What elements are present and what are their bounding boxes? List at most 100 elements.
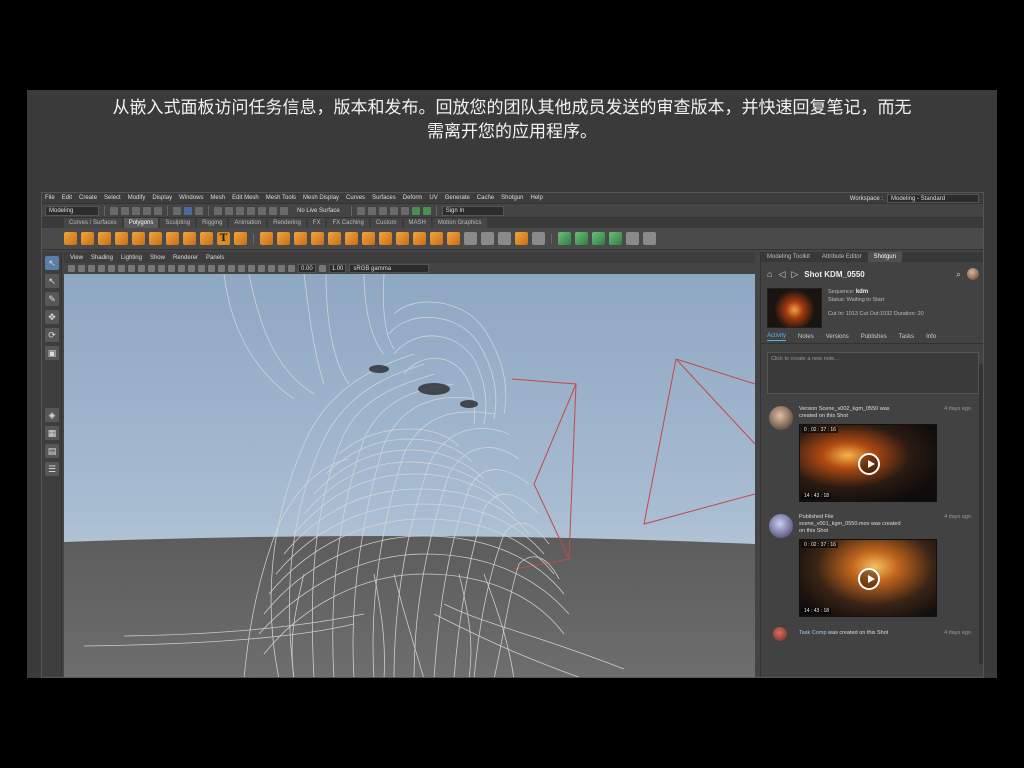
render-frame-icon[interactable] [367,206,376,215]
shelf-tab[interactable]: FX [307,218,326,228]
panel-menu-show[interactable]: Show [150,255,165,261]
poly-cube-icon[interactable] [81,232,94,245]
sequence-link[interactable]: kdm [856,289,868,295]
activity-scrollbar[interactable] [979,364,983,664]
menu-item[interactable]: Modify [128,195,146,201]
edge-loop-icon[interactable] [464,232,477,245]
two-view-layout-icon[interactable]: ▤ [45,444,59,458]
tab-attribute-editor[interactable]: Attribute Editor [816,252,868,262]
outliner-layout-icon[interactable]: ☰ [45,462,59,476]
save-scene-icon[interactable] [132,206,140,215]
safe-action-icon[interactable] [158,265,165,272]
hypershade-icon[interactable] [400,206,409,215]
shelf-tab[interactable]: Custom [370,218,402,228]
cylindrical-map-icon[interactable] [575,232,588,245]
menu-item[interactable]: Help [531,195,543,201]
tab-modeling-toolkit[interactable]: Modeling Toolkit [761,252,816,262]
menu-item[interactable]: Shotgun [501,195,523,201]
mirror-icon[interactable] [396,232,409,245]
menu-item[interactable]: Cache [477,195,494,201]
shelf-tab[interactable]: Curves / Surfaces [64,218,122,228]
new-note-input[interactable]: Click to create a new note... [767,352,979,394]
mode-dropdown[interactable]: Modeling [45,205,99,216]
undo-icon[interactable] [143,206,151,215]
uv-editor-icon[interactable] [532,232,545,245]
user-avatar[interactable] [967,268,979,280]
poly-pyramid-icon[interactable] [183,232,196,245]
target-weld-icon[interactable] [447,232,460,245]
attribute-editor-icon[interactable] [422,206,431,215]
motion-blur-icon[interactable] [238,265,245,272]
shelf-tab[interactable]: Motion Graphics [432,218,487,228]
gate-mask-icon[interactable] [138,265,145,272]
menu-item[interactable]: Edit Mesh [232,195,259,201]
open-scene-icon[interactable] [121,206,129,215]
panel-menu-view[interactable]: View [70,255,83,261]
tab-info[interactable]: Info [926,334,936,340]
poly-cone-icon[interactable] [115,232,128,245]
snap-surface-icon[interactable] [258,206,266,215]
play-icon[interactable] [858,453,880,475]
grid-icon[interactable] [108,265,115,272]
menu-item[interactable]: File [45,195,55,201]
shelf-tab-active[interactable]: Polygons [123,218,159,228]
select-hierarchy-icon[interactable] [173,206,181,215]
film-gate-icon[interactable] [118,265,125,272]
bookmark-icon[interactable] [88,265,95,272]
play-icon[interactable] [858,568,880,590]
paint-select-icon[interactable]: ✎ [45,292,59,306]
checker-icon[interactable] [626,232,639,245]
ipr-render-icon[interactable] [378,206,387,215]
menu-item[interactable]: Deform [403,195,423,201]
offset-loop-icon[interactable] [498,232,511,245]
snap-live-icon[interactable] [269,206,277,215]
menu-item[interactable]: Surfaces [372,195,396,201]
activity-title[interactable]: Published File [799,514,919,521]
menu-item[interactable]: Mesh [210,195,225,201]
shelf-tab[interactable]: MASH [403,218,431,228]
bevel-icon[interactable] [362,232,375,245]
render-view-icon[interactable] [356,206,365,215]
select-component-icon[interactable] [195,206,203,215]
tab-versions[interactable]: Versions [826,334,849,340]
home-icon[interactable]: ⌂ [767,269,772,279]
poly-plane-icon[interactable] [149,232,162,245]
poly-pipe-icon[interactable] [200,232,213,245]
shelf-tab[interactable]: Rigging [197,218,228,228]
poly-cylinder-icon[interactable] [98,232,111,245]
menu-item[interactable]: Generate [445,195,470,201]
modeling-toolkit-icon[interactable] [411,206,420,215]
menu-item[interactable]: Edit [62,195,72,201]
smooth-shade-icon[interactable] [178,265,185,272]
single-perspective-layout-icon[interactable]: ◈ [45,408,59,422]
move-tool-icon[interactable]: ✥ [45,310,59,324]
color-space-dropdown[interactable]: sRGB gamma [349,264,430,273]
collapse-icon[interactable] [515,232,528,245]
auto-map-icon[interactable] [609,232,622,245]
extrude-icon[interactable] [328,232,341,245]
anti-aliasing-icon[interactable] [248,265,255,272]
task-link[interactable]: Task Comp [799,630,827,636]
fill-hole-icon[interactable] [379,232,392,245]
tab-notes[interactable]: Notes [798,334,814,340]
snap-curve-icon[interactable] [225,206,233,215]
camera-icon[interactable] [68,265,75,272]
lasso-tool-icon[interactable]: ↖ [45,274,59,288]
boolean-icon[interactable] [311,232,324,245]
smooth-icon[interactable] [294,232,307,245]
shelf-tab[interactable]: Sculpting [160,218,196,228]
sign-in-dropdown[interactable]: Sign In [441,205,504,216]
tab-tasks[interactable]: Tasks [899,334,914,340]
scale-tool-icon[interactable]: ▣ [45,346,59,360]
isolate-select-icon[interactable] [258,265,265,272]
separate-icon[interactable] [277,232,290,245]
activity-title[interactable]: Version Scene_v002_kgm_0550 was [799,406,919,413]
redo-icon[interactable] [154,206,162,215]
publish-player[interactable]: 0 : 02 : 37 : 16 14 : 43 : 18 [799,539,937,617]
exposure-icon[interactable] [288,265,295,272]
planar-map-icon[interactable] [558,232,571,245]
shelf-tab[interactable]: FX Caching [327,218,369,228]
menu-item[interactable]: UV [429,195,437,201]
textured-icon[interactable] [198,265,205,272]
poly-type-icon[interactable]: T [217,232,230,245]
